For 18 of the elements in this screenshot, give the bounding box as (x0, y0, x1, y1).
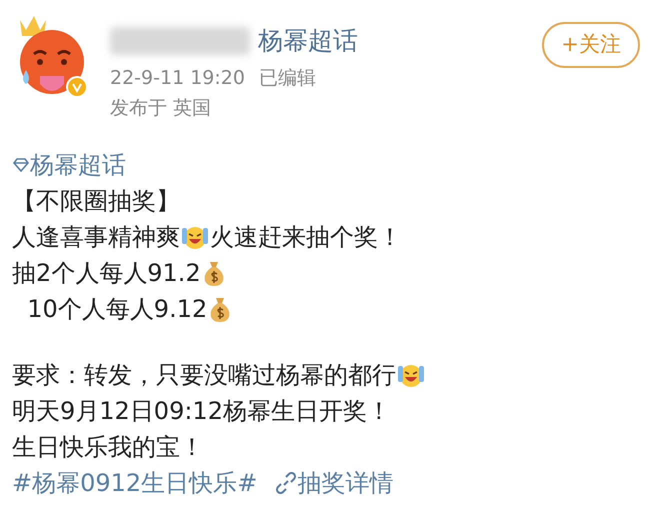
post-text: 火速赶来抽个奖！ (210, 222, 402, 252)
lottery-link[interactable]: 抽奖详情 (297, 464, 394, 500)
post-text: 人逢喜事精神爽 (12, 222, 180, 252)
diamond-icon (12, 158, 30, 172)
post-text: 明天9月12日09:12杨幂生日开奖！ (12, 396, 391, 426)
hashtag-link[interactable]: #杨幂0912生日快乐# (12, 464, 258, 500)
post-text: 生日快乐我的宝！ (12, 432, 204, 462)
post-text: 10个人每人9.12 (26, 294, 208, 324)
author-topic[interactable]: 杨幂超话 (258, 22, 358, 60)
post-text: 要求：转发，只要没嘴过杨幂的都行 (12, 360, 396, 390)
post-text: 抽2个人每人91.2 (12, 258, 201, 288)
edited-label: 已编辑 (258, 66, 316, 90)
post-timestamp: 22-9-11 19:20 (110, 66, 245, 90)
follow-button[interactable]: +关注 (542, 22, 640, 68)
link-icon (275, 472, 298, 494)
topic-link[interactable]: 杨幂超话 (30, 146, 126, 182)
post-location: 发布于 英国 (110, 96, 212, 121)
post-text: 【不限圈抽奖】 (12, 186, 180, 216)
